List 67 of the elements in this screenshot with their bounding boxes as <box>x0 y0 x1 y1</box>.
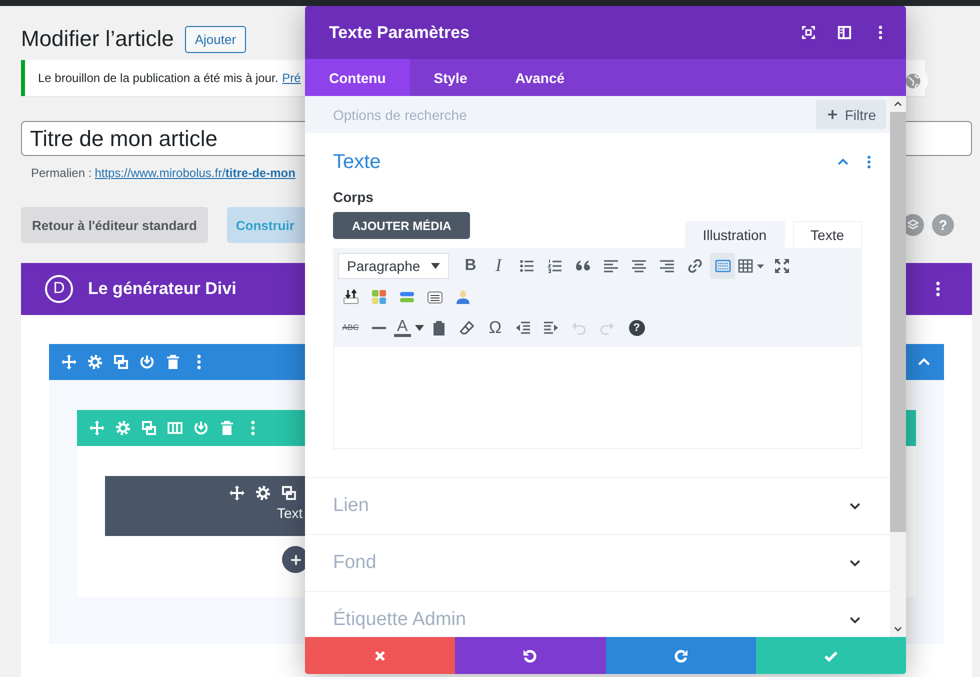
editor-tab[interactable]: Illustration <box>684 221 785 248</box>
outdent-icon[interactable] <box>515 320 532 336</box>
keyboard-icon[interactable] <box>714 258 730 274</box>
indent-icon[interactable] <box>543 320 560 336</box>
scroll-up-icon[interactable] <box>893 99 903 109</box>
permalink-label: Permalien : <box>31 166 92 180</box>
close-icon <box>373 648 388 662</box>
expand-icon[interactable] <box>801 25 816 40</box>
plus-icon <box>288 552 302 566</box>
bullet-list-icon[interactable] <box>518 258 534 274</box>
caret-icon[interactable] <box>414 324 424 330</box>
classic-editor-button[interactable]: Retour à l'éditeur standard <box>21 207 208 243</box>
eraser-icon[interactable] <box>459 320 476 336</box>
builder-title: Le générateur Divi <box>88 279 236 299</box>
undo-icon <box>522 648 538 664</box>
scrollbar[interactable] <box>890 96 906 637</box>
strikethrough-button[interactable]: ABC <box>338 314 363 340</box>
module-label: Text <box>277 505 304 521</box>
bold-button[interactable]: B <box>458 252 483 278</box>
scroll-down-icon[interactable] <box>893 624 903 634</box>
layers-icon <box>906 218 920 232</box>
settings-tab[interactable]: Contenu <box>305 59 410 96</box>
align-center-icon[interactable] <box>630 258 646 274</box>
help-button[interactable]: ? <box>628 320 645 336</box>
settings-icon[interactable] <box>87 354 103 370</box>
globe-icon <box>904 72 922 90</box>
editor-tab[interactable]: Texte <box>792 221 862 248</box>
section-title[interactable]: Texte <box>333 150 836 174</box>
panel-title: Texte Paramètres <box>329 22 470 42</box>
field-label: Corps <box>333 189 374 205</box>
user-icon[interactable] <box>454 288 470 304</box>
clipboard-icon[interactable] <box>431 320 448 336</box>
duplicate-icon[interactable] <box>113 354 129 370</box>
redo-icon <box>672 648 689 664</box>
numbered-list-icon[interactable] <box>546 258 562 274</box>
color-grid-icon[interactable] <box>370 288 386 304</box>
import-export-icon[interactable] <box>342 288 358 304</box>
move-icon[interactable] <box>229 485 245 501</box>
add-button[interactable]: Ajouter <box>184 26 246 52</box>
notice-text: Le brouillon de la publication a été mis à jour. <box>38 71 278 85</box>
fullscreen-icon[interactable] <box>774 258 790 274</box>
trash-icon[interactable] <box>165 354 181 370</box>
format-select[interactable]: Paragraphe <box>338 252 449 278</box>
text-color-button[interactable]: A <box>394 314 424 340</box>
special-character-button[interactable]: Ω <box>482 314 508 340</box>
list-box-icon[interactable] <box>426 288 442 304</box>
permalink-link[interactable]: https://www.mirobolus.fr/titre-de-mon <box>94 166 296 180</box>
divi-logo: D <box>45 275 73 303</box>
table-icon[interactable] <box>738 258 766 274</box>
plus-icon <box>826 108 839 121</box>
filter-button[interactable]: Filtre <box>816 100 886 129</box>
settings-tab[interactable]: Style <box>410 59 492 96</box>
align-right-icon[interactable] <box>658 258 674 274</box>
caret-icon[interactable] <box>431 262 440 268</box>
italic-button[interactable]: I <box>486 252 511 278</box>
page-title: Modifier l’article <box>21 26 174 52</box>
link-icon[interactable] <box>686 258 702 274</box>
preview-link[interactable]: Pré <box>282 71 301 85</box>
download-icon[interactable] <box>139 354 155 370</box>
align-left-icon[interactable] <box>602 258 618 274</box>
settings-icon[interactable] <box>255 485 271 501</box>
move-icon[interactable] <box>61 354 77 370</box>
settings-tab[interactable]: Avancé <box>491 59 589 96</box>
add-media-button[interactable]: AJOUTER MÉDIA <box>333 212 470 239</box>
sidebar-icon[interactable] <box>837 25 852 40</box>
duplicate-icon[interactable] <box>281 485 297 501</box>
quote-icon[interactable] <box>574 258 590 274</box>
